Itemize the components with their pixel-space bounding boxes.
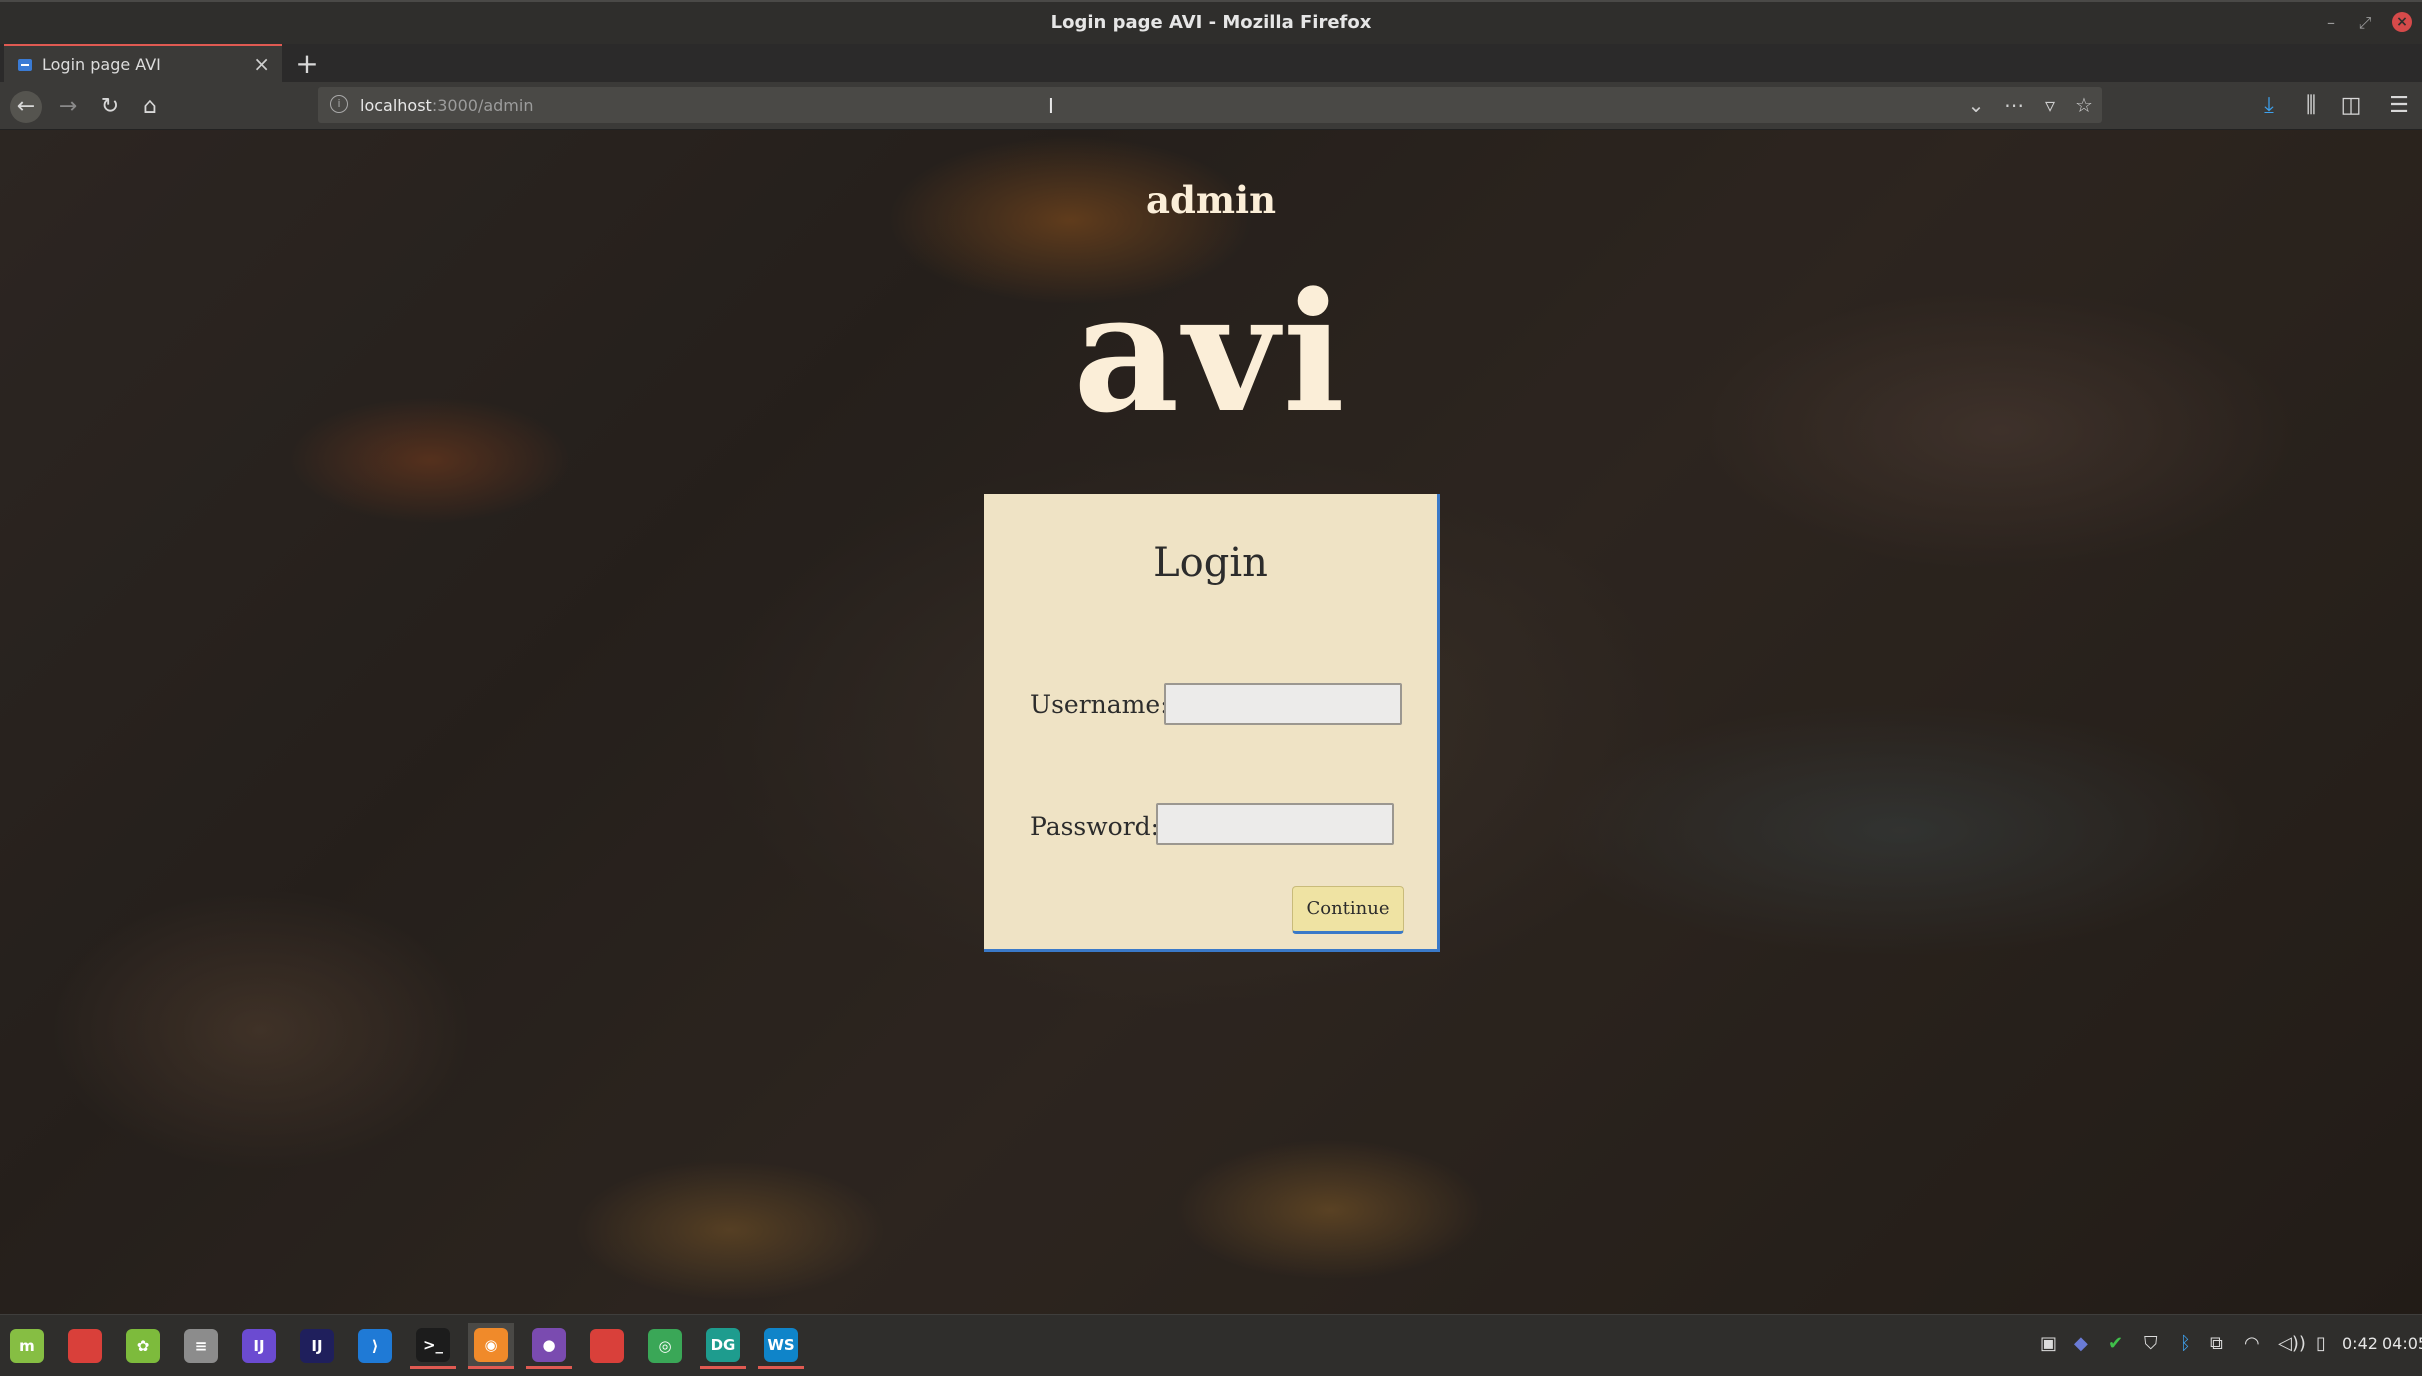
navigation-toolbar: ← → ↻ ⌂ i localhost:3000/admin I ⌄ ⋯ ▿ ☆… bbox=[0, 82, 2422, 130]
battery-time: 0:42 bbox=[2342, 1334, 2378, 1353]
admin-heading: admin bbox=[1146, 178, 1276, 222]
downloads-icon[interactable]: ⤓ bbox=[2254, 93, 2284, 118]
clock[interactable]: 04:05 bbox=[2382, 1334, 2422, 1353]
taskbar-app-vscode[interactable]: ⟩ bbox=[352, 1323, 398, 1369]
chrome-icon: ◎ bbox=[648, 1329, 682, 1363]
close-tab-icon[interactable]: × bbox=[253, 52, 270, 76]
tab-login-page[interactable]: Login page AVI × bbox=[4, 44, 282, 82]
password-label: Password: bbox=[1030, 812, 1160, 841]
hamburger-menu-icon[interactable]: ☰ bbox=[2384, 93, 2414, 118]
minimize-icon[interactable]: – bbox=[2318, 10, 2344, 36]
system-taskbar: m ✿ ≡ IJ IJ ⟩ >_ ◉ ● ◎ DG WS ▣ ◆ ✔ ⛉ ᛒ ⧉ ◠ ◁)) ▯ 0:… bbox=[0, 1314, 2422, 1376]
taskbar-app-settings-toggle[interactable]: ≡ bbox=[178, 1323, 224, 1369]
maximize-icon[interactable]: ⤢ bbox=[2352, 10, 2378, 36]
taskbar-app-green-app[interactable]: ✿ bbox=[120, 1323, 166, 1369]
brand-logo-text: avi bbox=[1073, 256, 1349, 449]
check-shield-icon[interactable]: ✔ bbox=[2108, 1333, 2123, 1359]
files-icon bbox=[590, 1329, 624, 1363]
webstorm-icon: WS bbox=[764, 1327, 798, 1362]
forward-button-icon[interactable]: → bbox=[52, 91, 84, 123]
intellij-icon: IJ bbox=[242, 1329, 276, 1363]
mint-menu-icon: m bbox=[10, 1329, 44, 1363]
password-input[interactable] bbox=[1156, 803, 1394, 845]
page-viewport: admin avi Login Username: Password: Cont… bbox=[0, 130, 2422, 1314]
github-icon: ● bbox=[532, 1327, 566, 1362]
pocket-icon[interactable]: ▿ bbox=[2036, 93, 2064, 117]
datagrip-icon: DG bbox=[706, 1327, 740, 1362]
page-actions-icon[interactable]: ⋯ bbox=[2000, 93, 2028, 117]
username-input[interactable] bbox=[1164, 683, 1402, 725]
username-label: Username: bbox=[1030, 690, 1169, 719]
terminal-icon: >_ bbox=[416, 1327, 450, 1362]
reload-icon[interactable]: ↻ bbox=[94, 91, 126, 123]
login-form: Login Username: Password: Continue bbox=[984, 494, 1440, 952]
firefox-icon: ◉ bbox=[474, 1327, 508, 1362]
taskbar-app-github[interactable]: ● bbox=[526, 1323, 572, 1369]
bookmark-star-icon[interactable]: ☆ bbox=[2070, 93, 2098, 117]
taskbar-app-firefox[interactable]: ◉ bbox=[468, 1323, 514, 1369]
vpn-shield-icon[interactable]: ⛉ bbox=[2144, 1333, 2158, 1359]
taskbar-app-files[interactable] bbox=[584, 1323, 630, 1369]
teams-icon[interactable]: ◆ bbox=[2074, 1333, 2088, 1359]
taskbar-app-intellij-alt[interactable]: IJ bbox=[294, 1323, 340, 1369]
clipboard-icon[interactable]: ⧉ bbox=[2210, 1333, 2223, 1359]
window-title: Login page AVI - Mozilla Firefox bbox=[1050, 12, 1372, 33]
page-favicon-icon bbox=[18, 59, 32, 71]
taskbar-app-terminal[interactable]: >_ bbox=[410, 1323, 456, 1369]
site-info-icon[interactable]: i bbox=[330, 95, 348, 113]
login-title: Login bbox=[1153, 540, 1268, 586]
window-titlebar: Login page AVI - Mozilla Firefox – ⤢ × bbox=[0, 0, 2422, 44]
battery-icon[interactable]: ▯ bbox=[2316, 1333, 2326, 1359]
sidebar-toggle-icon[interactable]: ◫ bbox=[2336, 93, 2366, 118]
taskbar-app-datagrip[interactable]: DG bbox=[700, 1323, 746, 1369]
camera-icon[interactable]: ▣ bbox=[2040, 1333, 2057, 1359]
taskbar-app-folder-red[interactable] bbox=[62, 1323, 108, 1369]
new-tab-icon[interactable]: + bbox=[292, 47, 322, 80]
intellij-alt-icon: IJ bbox=[300, 1329, 334, 1363]
text-cursor-icon: I bbox=[1048, 94, 1054, 118]
volume-icon[interactable]: ◁)) bbox=[2278, 1333, 2306, 1359]
bluetooth-icon[interactable]: ᛒ bbox=[2180, 1333, 2191, 1359]
address-bar[interactable]: i localhost:3000/admin I ⌄ ⋯ ▿ ☆ bbox=[318, 87, 2102, 123]
url-text[interactable]: localhost:3000/admin bbox=[360, 96, 533, 115]
library-icon[interactable]: ⫼ bbox=[2296, 93, 2326, 118]
settings-toggle-icon: ≡ bbox=[184, 1329, 218, 1363]
taskbar-app-webstorm[interactable]: WS bbox=[758, 1323, 804, 1369]
home-icon[interactable]: ⌂ bbox=[134, 91, 166, 123]
vscode-icon: ⟩ bbox=[358, 1329, 392, 1363]
green-app-icon: ✿ bbox=[126, 1329, 160, 1363]
taskbar-app-intellij[interactable]: IJ bbox=[236, 1323, 282, 1369]
tab-label: Login page AVI bbox=[42, 55, 161, 74]
continue-button[interactable]: Continue bbox=[1292, 886, 1404, 934]
tab-strip: Login page AVI × + bbox=[0, 44, 2422, 82]
wifi-icon[interactable]: ◠ bbox=[2244, 1333, 2260, 1359]
close-window-icon[interactable]: × bbox=[2392, 12, 2412, 32]
taskbar-app-chrome[interactable]: ◎ bbox=[642, 1323, 688, 1369]
back-button-icon[interactable]: ← bbox=[10, 91, 42, 123]
taskbar-app-mint-menu[interactable]: m bbox=[4, 1323, 50, 1369]
dropdown-chevron-icon[interactable]: ⌄ bbox=[1962, 93, 1990, 117]
folder-red-icon bbox=[68, 1329, 102, 1363]
